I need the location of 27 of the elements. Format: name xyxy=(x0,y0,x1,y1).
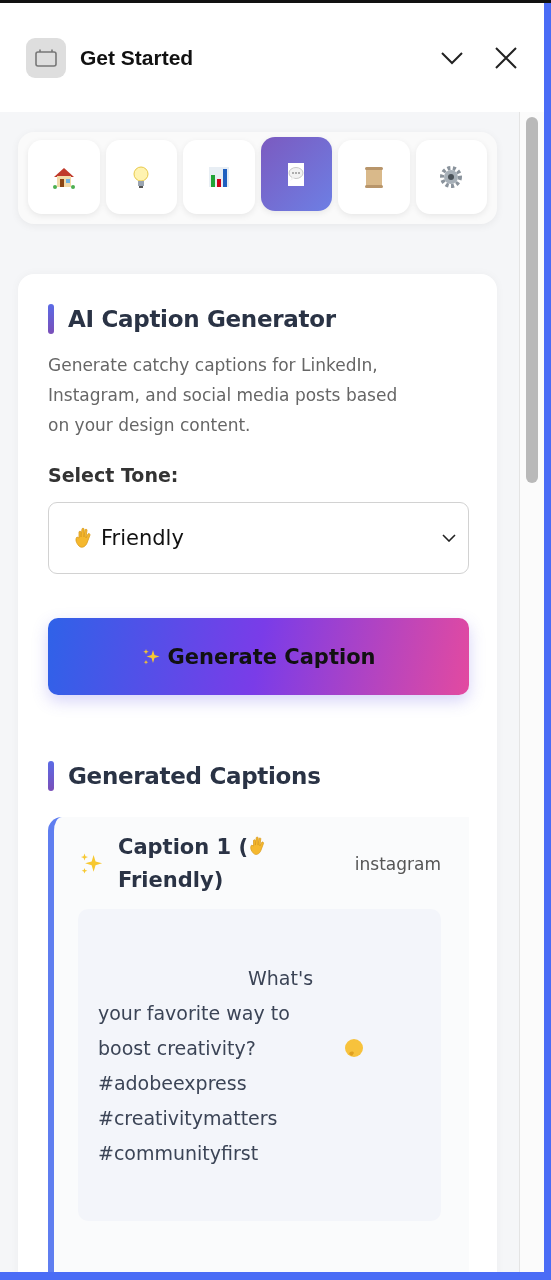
tab[interactable] xyxy=(260,137,332,211)
tab[interactable] xyxy=(183,140,255,214)
caption-tone: Friendly) xyxy=(118,868,224,892)
tone-dropdown[interactable]: Friendly xyxy=(48,502,469,574)
platform-label: instagram xyxy=(354,854,441,874)
app-icon xyxy=(26,37,66,78)
caption-title: Caption 1 ( xyxy=(118,835,249,859)
tab[interactable] xyxy=(28,140,100,214)
accent-bar xyxy=(48,761,54,791)
generate-button[interactable]: Generate Caption xyxy=(48,618,469,695)
hashtag: #adobeexpress xyxy=(98,1071,248,1096)
chevron-down-icon[interactable] xyxy=(440,50,464,65)
caption-text: What's your favorite way to boost creativity? xyxy=(98,966,315,1061)
section-title: AI Caption Generator xyxy=(68,306,336,332)
scroll-thumb[interactable] xyxy=(526,117,538,483)
close-icon[interactable] xyxy=(494,45,518,70)
hashtag: #creativitymatters xyxy=(98,1106,279,1131)
scrollbar[interactable] xyxy=(519,112,544,1272)
caret-icon xyxy=(442,534,456,542)
hashtag: #communityfirst xyxy=(98,1141,260,1166)
section-title: Generated Captions xyxy=(68,763,321,789)
field-label: Select Tone: xyxy=(48,464,180,486)
tab[interactable] xyxy=(415,140,487,214)
accent-bar xyxy=(48,304,54,334)
emoji-icon xyxy=(344,1038,364,1058)
panel-title: Get Started xyxy=(80,45,195,70)
description: Generate catchy captions for LinkedIn, Instagram, and social media posts based on your design content. xyxy=(48,354,399,437)
